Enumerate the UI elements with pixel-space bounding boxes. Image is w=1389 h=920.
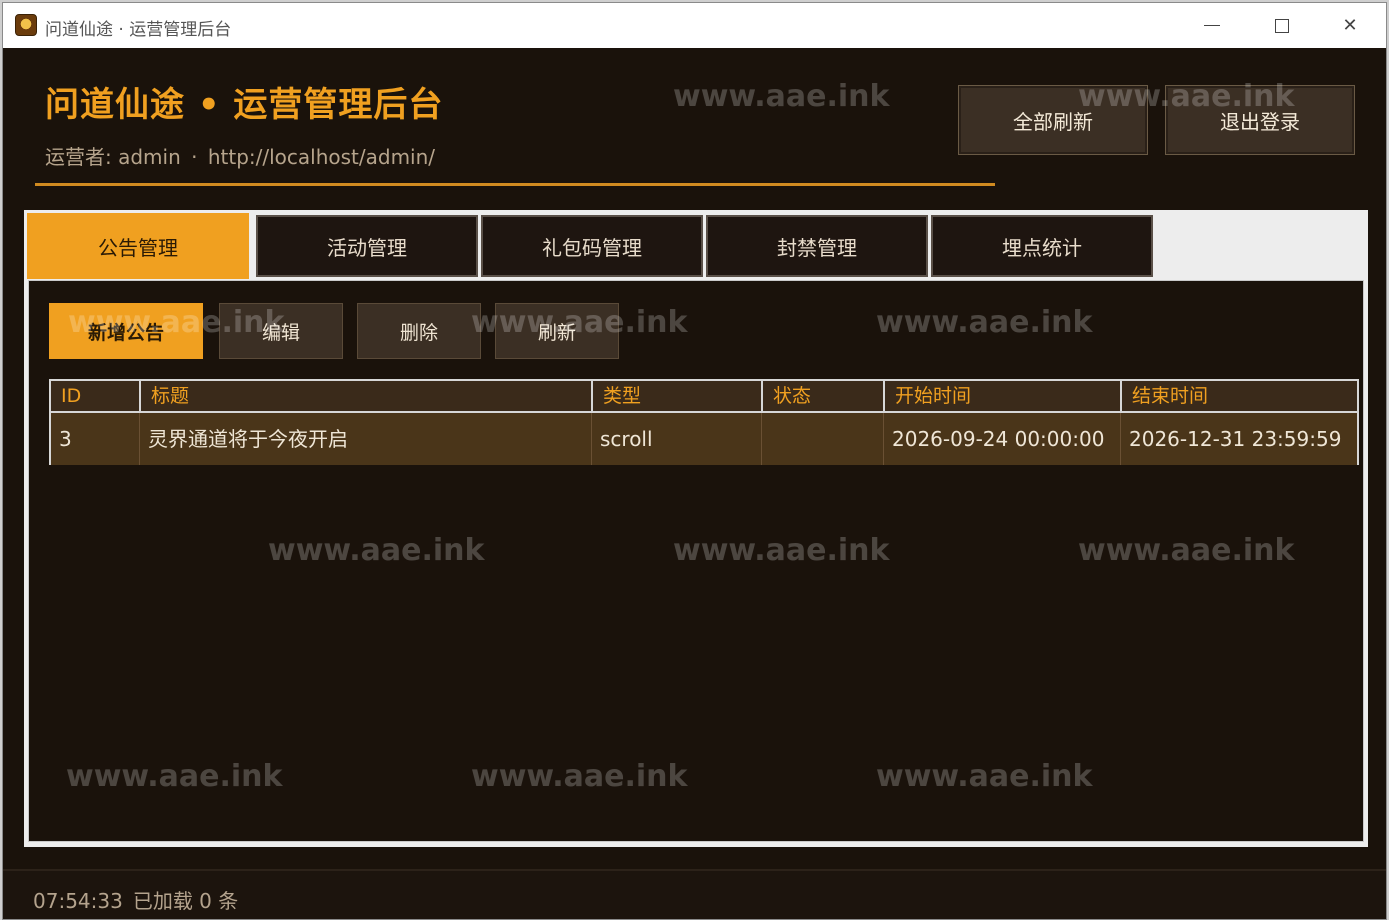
separator-dot: ·	[191, 145, 198, 169]
watermark: www.aae.ink	[673, 79, 890, 114]
close-icon: ✕	[1342, 15, 1358, 36]
column-header-id[interactable]: ID	[51, 381, 139, 411]
announcements-table: ID 标题 类型 状态 开始时间 结束时间 3 灵界通道将于今夜开启 scrol…	[49, 379, 1359, 465]
operator-info: 运营者: admin · http://localhost/admin/	[45, 141, 439, 170]
delete-button[interactable]: 删除	[357, 303, 481, 359]
tab-bans[interactable]: 封禁管理	[706, 215, 928, 277]
status-time: 07:54:33	[33, 889, 123, 913]
title-bar: 问道仙途 · 运营管理后台 ✕	[3, 3, 1386, 48]
column-header-start-time[interactable]: 开始时间	[883, 381, 1120, 411]
app-window: 问道仙途 · 运营管理后台 ✕ 问道仙途 • 运营管理后台 运营者: admin…	[2, 2, 1387, 920]
table-row[interactable]: 3 灵界通道将于今夜开启 scroll 2026-09-24 00:00:00 …	[51, 413, 1357, 465]
minimize-button[interactable]	[1178, 3, 1246, 48]
announcements-panel: 新增公告 编辑 删除 刷新 ID 标题 类型 状态 开始时间 结束时间 3 灵界…	[28, 280, 1364, 842]
edit-button[interactable]: 编辑	[219, 303, 343, 359]
cell-type: scroll	[591, 413, 761, 465]
operator-label: 运营者: admin	[45, 145, 181, 169]
column-header-status[interactable]: 状态	[761, 381, 883, 411]
header-divider	[35, 183, 995, 186]
column-header-title[interactable]: 标题	[139, 381, 591, 411]
tab-events[interactable]: 活动管理	[256, 215, 478, 277]
column-header-end-time[interactable]: 结束时间	[1120, 381, 1357, 411]
column-header-type[interactable]: 类型	[591, 381, 761, 411]
cell-start-time: 2026-09-24 00:00:00	[883, 413, 1120, 465]
close-button[interactable]: ✕	[1316, 3, 1384, 48]
cell-end-time: 2026-12-31 23:59:59	[1120, 413, 1357, 465]
window-title: 问道仙途 · 运营管理后台	[45, 20, 232, 40]
maximize-icon	[1275, 18, 1289, 33]
tab-announcements[interactable]: 公告管理	[27, 213, 249, 279]
app-title: 问道仙途 • 运营管理后台	[45, 85, 444, 125]
status-bar: 07:54:33 已加载 0 条	[3, 869, 1386, 919]
cell-id: 3	[59, 427, 72, 451]
minimize-icon	[1204, 25, 1220, 26]
maximize-button[interactable]	[1248, 3, 1316, 48]
status-message: 已加载 0 条	[132, 889, 239, 913]
cell-status	[761, 413, 883, 465]
logout-button[interactable]: 退出登录	[1165, 85, 1355, 155]
refresh-all-button[interactable]: 全部刷新	[958, 85, 1148, 155]
tab-container: 公告管理 活动管理 礼包码管理 封禁管理 埋点统计 新增公告 编辑 删除 刷新 …	[24, 210, 1368, 847]
tab-strip: 公告管理 活动管理 礼包码管理 封禁管理 埋点统计	[26, 212, 1366, 280]
tab-analytics[interactable]: 埋点统计	[931, 215, 1153, 277]
status-text: 07:54:33 已加载 0 条	[33, 885, 248, 914]
refresh-button[interactable]: 刷新	[495, 303, 619, 359]
table-header: ID 标题 类型 状态 开始时间 结束时间	[51, 381, 1357, 413]
admin-url: http://localhost/admin/	[207, 145, 436, 169]
cell-title: 灵界通道将于今夜开启	[139, 413, 591, 465]
add-announcement-button[interactable]: 新增公告	[49, 303, 203, 359]
app-logo-icon	[15, 14, 37, 36]
tab-gift-codes[interactable]: 礼包码管理	[481, 215, 703, 277]
